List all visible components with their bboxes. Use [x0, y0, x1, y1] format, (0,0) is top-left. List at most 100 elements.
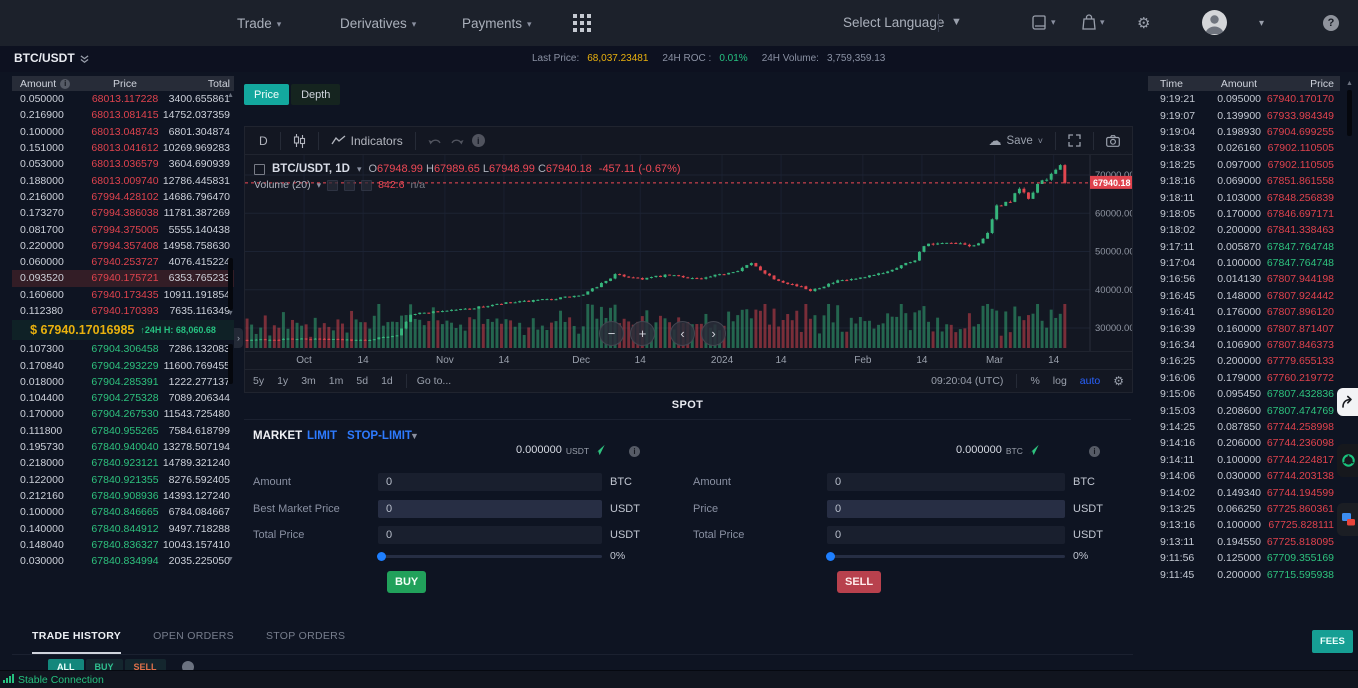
range-button-1y[interactable]: 1y — [277, 375, 288, 387]
trade-history-row[interactable]: 9:13:250.06625067725.860361 — [1148, 501, 1340, 517]
trade-history-row[interactable]: 9:16:410.17600067807.896120 — [1148, 304, 1340, 320]
scroll-right-button[interactable]: › — [701, 321, 726, 346]
order-book-row[interactable]: 0.03000067840.8349942035.225050 — [12, 553, 234, 569]
order-book-row[interactable]: 0.09352067940.1757216353.765233 — [12, 270, 234, 286]
trade-history-row[interactable]: 9:11:560.12500067709.355169 — [1148, 550, 1340, 566]
settings-gear-icon[interactable]: ⚙ — [1137, 14, 1150, 32]
trade-history-row[interactable]: 9:18:020.20000067841.338463 — [1148, 222, 1340, 238]
order-type-caret-icon[interactable]: ▼ — [410, 431, 419, 441]
mid-price-bar[interactable]: $ 67940.17016985 ↑24H H: 68,060.68 — [12, 320, 234, 340]
buy-total-input[interactable] — [378, 526, 602, 544]
trade-history-row[interactable]: 9:14:110.10000067744.224817 — [1148, 452, 1340, 468]
scrollbar-thumb[interactable] — [228, 258, 233, 310]
sell-button[interactable]: SELL — [837, 571, 881, 593]
trade-history-row[interactable]: 9:19:040.19893067904.699255 — [1148, 124, 1340, 140]
trade-history-row[interactable]: 9:14:060.03000067744.203138 — [1148, 468, 1340, 484]
time-axis[interactable]: Oct14Nov14Dec14202414Feb14Mar14 — [245, 351, 1132, 369]
collapse-panel-handle[interactable]: › — [234, 328, 243, 348]
slider-handle[interactable] — [826, 552, 835, 561]
nav-trade[interactable]: Trade▾ — [237, 0, 281, 46]
trade-history-row[interactable]: 9:11:450.20000067715.595938 — [1148, 566, 1340, 582]
trade-history-row[interactable]: 9:14:250.08785067744.258998 — [1148, 419, 1340, 435]
zoom-in-button[interactable]: + — [630, 321, 655, 346]
tab-stop-orders[interactable]: STOP ORDERS — [266, 630, 345, 654]
order-book-row[interactable]: 0.10000068013.0487436801.304874 — [12, 124, 234, 140]
trade-history-row[interactable]: 9:15:060.09545067807.432836 — [1148, 386, 1340, 402]
sell-price-input[interactable] — [827, 500, 1065, 518]
info-icon[interactable]: i — [60, 79, 70, 89]
order-book-row[interactable]: 0.14804067840.83632710043.157410 — [12, 537, 234, 553]
order-book-row[interactable]: 0.06000067940.2537274076.415224 — [12, 254, 234, 270]
order-book-row[interactable]: 0.19573067840.94004013278.507194 — [12, 439, 234, 455]
trade-history-row[interactable]: 9:18:250.09700067902.110505 — [1148, 157, 1340, 173]
tab-market[interactable]: MARKET — [253, 430, 302, 442]
tab-limit[interactable]: LIMIT — [307, 430, 337, 442]
wallet-book-icon[interactable]: ▾ — [1032, 15, 1056, 30]
auto-scale-button[interactable]: auto — [1080, 375, 1100, 387]
trade-history-row[interactable]: 9:19:070.13990067933.984349 — [1148, 107, 1340, 123]
trade-history-row[interactable]: 9:18:160.06900067851.861558 — [1148, 173, 1340, 189]
order-book-row[interactable]: 0.17084067904.29322911600.769455 — [12, 357, 234, 373]
nav-derivatives[interactable]: Derivatives▾ — [340, 0, 416, 46]
order-book-row[interactable]: 0.16060067940.17343510911.191854 — [12, 287, 234, 303]
interval-button[interactable]: D — [255, 134, 272, 148]
range-button-5d[interactable]: 5d — [356, 375, 368, 387]
trade-history-row[interactable]: 9:16:250.20000067779.655133 — [1148, 353, 1340, 369]
sell-amount-input[interactable] — [827, 473, 1065, 491]
cursor-arrow-icon[interactable] — [1027, 444, 1040, 456]
order-book-row[interactable]: 0.11238067940.1703937635.116349 — [12, 303, 234, 319]
tab-open-orders[interactable]: OPEN ORDERS — [153, 630, 234, 654]
order-book-row[interactable]: 0.08170067994.3750055555.140438 — [12, 221, 234, 237]
chat-widget-icon[interactable] — [1337, 503, 1358, 536]
tab-stop-limit[interactable]: STOP-LIMIT — [347, 430, 412, 442]
order-book-row[interactable]: 0.22000067994.35740814958.758630 — [12, 238, 234, 254]
trade-history-row[interactable]: 9:13:110.19455067725.818095 — [1148, 534, 1340, 550]
trade-history-row[interactable]: 9:18:330.02616067902.110505 — [1148, 140, 1340, 156]
order-book-row[interactable]: 0.01800067904.2853911222.277137 — [12, 374, 234, 390]
indicators-button[interactable]: Indicators — [327, 134, 407, 148]
sell-total-input[interactable] — [827, 526, 1065, 544]
zoom-out-button[interactable]: − — [599, 321, 624, 346]
order-book-row[interactable]: 0.18800068013.00974012786.445831 — [12, 172, 234, 188]
buy-button[interactable]: BUY — [387, 571, 426, 593]
scrollbar-thumb[interactable] — [1347, 90, 1352, 136]
trade-history-row[interactable]: 9:17:040.10000067847.764748 — [1148, 255, 1340, 271]
undo-icon[interactable] — [424, 135, 446, 146]
legend-close-icon[interactable] — [361, 180, 372, 191]
order-book-row[interactable]: 0.17000067904.26753011543.725480 — [12, 406, 234, 422]
order-book-row[interactable]: 0.12200067840.9213558276.592405 — [12, 472, 234, 488]
scroll-down-icon[interactable]: ▼ — [227, 556, 234, 563]
trade-history-row[interactable]: 9:14:160.20600067744.236098 — [1148, 435, 1340, 451]
range-button-3m[interactable]: 3m — [301, 375, 316, 387]
buy-amount-slider[interactable] — [378, 555, 602, 558]
screenshot-camera-icon[interactable] — [1102, 135, 1124, 147]
select-language[interactable]: Select Language — [843, 15, 944, 30]
save-layout-button[interactable]: ☁ Save ˅ — [985, 133, 1047, 149]
order-book-row[interactable]: 0.11180067840.9552657584.618799 — [12, 423, 234, 439]
order-book-row[interactable]: 0.10730067904.3064587286.132083 — [12, 341, 234, 357]
buy-price-input[interactable] — [378, 500, 602, 518]
share-widget-icon[interactable] — [1337, 388, 1358, 416]
assistant-widget-icon[interactable] — [1337, 444, 1358, 477]
nav-payments[interactable]: Payments▾ — [462, 0, 532, 46]
range-button-5y[interactable]: 5y — [253, 375, 264, 387]
avatar[interactable] — [1202, 10, 1227, 35]
order-book-row[interactable]: 0.15100068013.04161210269.969283 — [12, 140, 234, 156]
goto-button[interactable]: Go to... — [417, 375, 451, 387]
apps-grid-icon[interactable] — [573, 14, 591, 32]
chart-plot-area[interactable]: 70000.0060000.0050000.0040000.0030000.00… — [245, 155, 1132, 351]
trade-history-row[interactable]: 9:16:450.14800067807.924442 — [1148, 288, 1340, 304]
trade-history-row[interactable]: 9:16:390.16000067807.871407 — [1148, 320, 1340, 336]
trade-history-row[interactable]: 9:16:560.01413067807.944198 — [1148, 271, 1340, 287]
scroll-down-icon[interactable]: ▼ — [227, 310, 234, 317]
trade-history-row[interactable]: 9:13:160.10000067725.828111 — [1148, 517, 1340, 533]
order-book-row[interactable]: 0.21600067994.42810214686.796470 — [12, 189, 234, 205]
trade-history-row[interactable]: 9:15:030.20860067807.474769 — [1148, 402, 1340, 418]
fees-button[interactable]: FEES — [1312, 630, 1353, 653]
range-button-1d[interactable]: 1d — [381, 375, 393, 387]
order-book-row[interactable]: 0.05000068013.1172283400.655861 — [12, 91, 234, 107]
order-book-row[interactable]: 0.14000067840.8449129497.718288 — [12, 520, 234, 536]
legend-eye-icon[interactable] — [327, 180, 338, 191]
tab-depth[interactable]: Depth — [291, 84, 340, 105]
scroll-up-icon[interactable]: ▲ — [1346, 80, 1353, 87]
